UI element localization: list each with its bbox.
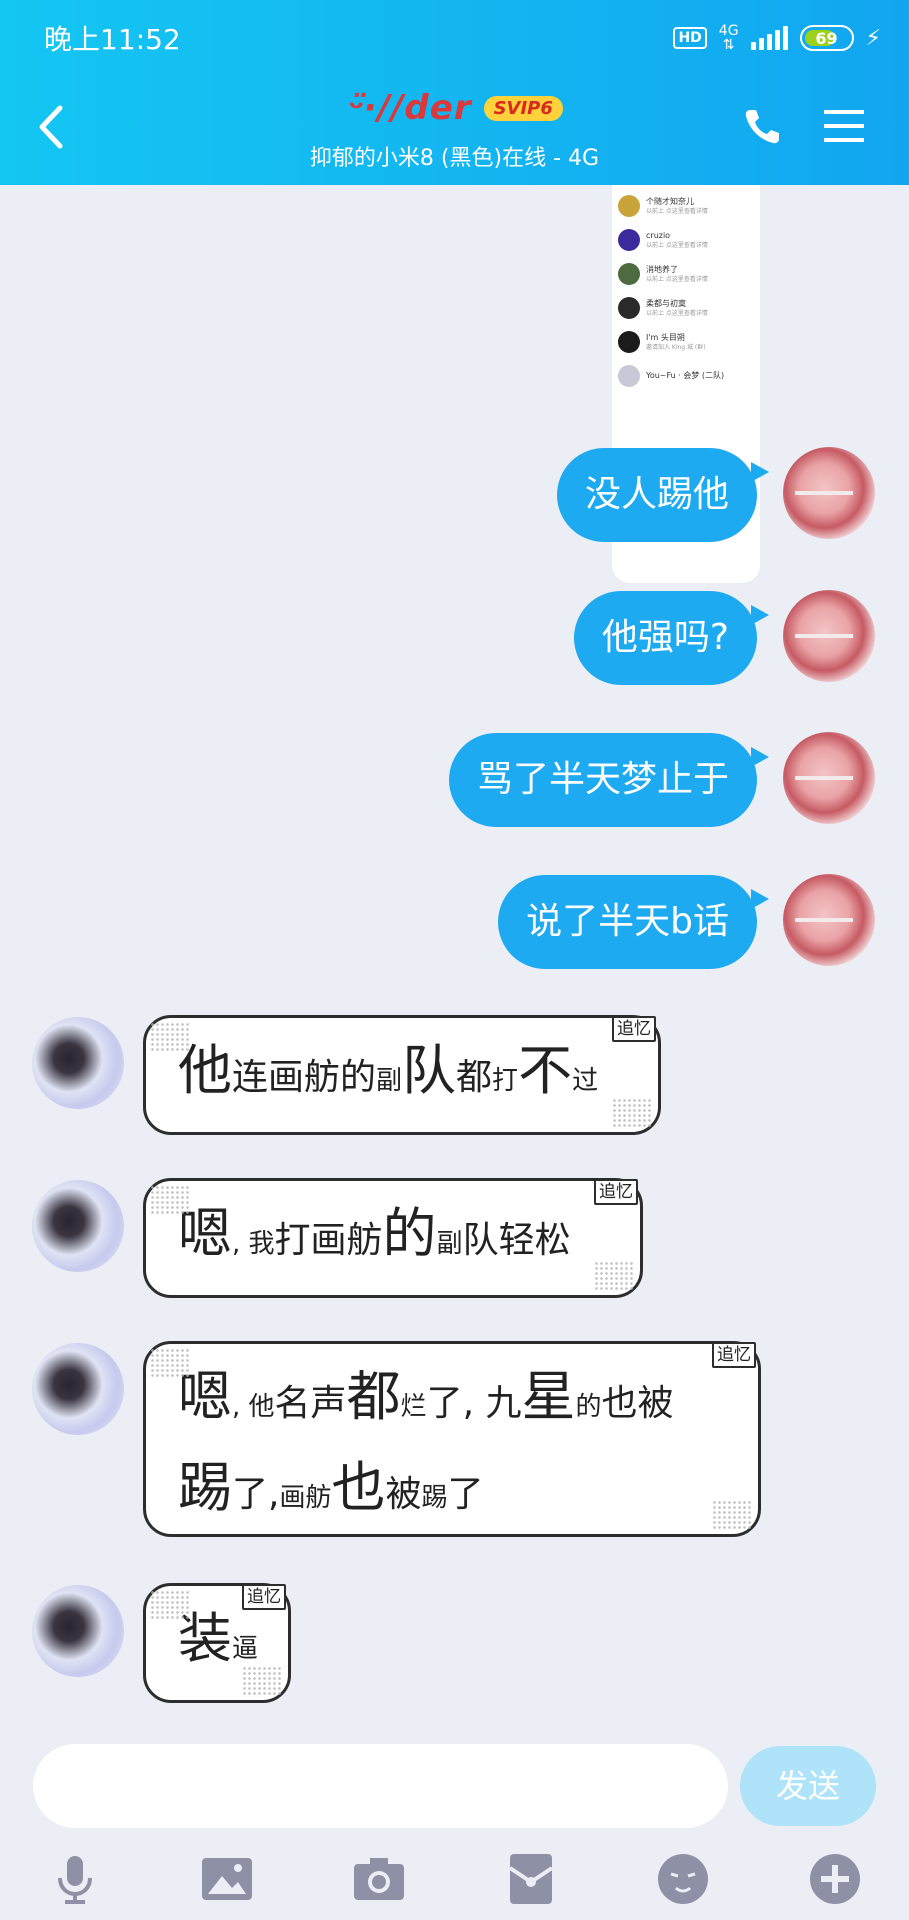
screenshot-contact-row: 柔都与初寞 以前上 点这里查看详情 <box>612 291 760 325</box>
message-line: 踢了,画舫也被踢了 <box>178 1449 726 1540</box>
screenshot-avatar <box>618 263 640 285</box>
screenshot-contact-name: You~Fu · 会梦 (二队) <box>646 371 725 380</box>
sent-message[interactable]: 他强吗? <box>573 591 770 685</box>
screenshot-avatar <box>618 365 640 387</box>
contact-avatar[interactable] <box>32 1343 124 1435</box>
message-text-segment: 连画舫的 <box>232 1057 377 1098</box>
screenshot-avatar <box>618 331 640 353</box>
camera-icon[interactable] <box>352 1852 406 1906</box>
my-avatar[interactable] <box>783 590 875 682</box>
received-message[interactable]: 追忆 嗯, 他名声都烂了, 九星的也被 踢了,画舫也被踢了 <box>143 1341 761 1537</box>
plus-icon[interactable] <box>808 1852 862 1906</box>
screenshot-contact-name: cruzio <box>646 230 671 240</box>
message-text-segment: 了, <box>232 1474 280 1515</box>
message-text-segment: 的 <box>575 1392 602 1422</box>
microphone-icon[interactable] <box>48 1852 102 1906</box>
message-text-segment: 星 <box>521 1365 576 1428</box>
message-list[interactable]: 一·以前上 点这里查看详情个随才知奈儿以前上 点这里查看详情cruzio以前上 … <box>0 185 909 1740</box>
message-input[interactable] <box>33 1744 728 1828</box>
message-text-segment: 画舫 <box>279 1483 332 1513</box>
screenshot-avatar <box>618 229 640 251</box>
message-text-segment: 都 <box>456 1057 493 1098</box>
message-text-segment: 了, 九 <box>426 1383 522 1424</box>
message-text-segment: , 我 <box>232 1229 275 1259</box>
message-text-segment: 队轻松 <box>462 1220 571 1261</box>
screenshot-contact-message: 以前上 点这里查看详情 <box>646 275 708 283</box>
network-icon: 4G ⇅ <box>718 23 739 53</box>
message-text-segment: 打 <box>492 1066 519 1096</box>
received-message[interactable]: 追忆 他连画舫的副队都打不过 <box>143 1015 661 1135</box>
bubble-tag: 追忆 <box>712 1342 756 1368</box>
status-icons: HD 4G ⇅ 69 ⚡ <box>673 18 881 58</box>
bubble-tag: 追忆 <box>612 1016 656 1042</box>
screenshot-contact-message: 以前上 点这里查看详情 <box>646 241 708 249</box>
emoji-icon[interactable] <box>656 1852 710 1906</box>
contact-avatar[interactable] <box>32 1585 124 1677</box>
svip-badge: SVIP6 <box>483 95 563 121</box>
received-message[interactable]: 追忆 装逼 <box>143 1583 291 1703</box>
message-text-segment: 都 <box>346 1365 401 1428</box>
sent-message[interactable]: 说了半天b话 <box>498 875 769 969</box>
message-text-segment: 也 <box>331 1456 386 1519</box>
send-button[interactable]: 发送 <box>740 1746 876 1826</box>
screenshot-avatar <box>618 195 640 217</box>
status-bar: 晚上11:52 HD 4G ⇅ 69 ⚡ <box>0 0 909 76</box>
screenshot-contact-name: 柔都与初寞 <box>646 298 686 308</box>
contact-avatar[interactable] <box>32 1017 124 1109</box>
message-text-segment: 名声 <box>274 1383 347 1424</box>
screenshot-contact-name: 消地养了 <box>646 264 678 274</box>
message-text-segment: 了 <box>447 1474 484 1515</box>
message-line: 嗯, 我打画舫的副队轻松 <box>178 1195 608 1286</box>
signal-icon <box>750 26 788 50</box>
message-text-segment: 打画舫 <box>274 1220 383 1261</box>
message-text-segment: 副 <box>376 1066 403 1096</box>
message-text-segment: 逼 <box>232 1634 259 1664</box>
red-packet-icon[interactable] <box>504 1852 558 1906</box>
contact-avatar[interactable] <box>32 1180 124 1272</box>
phone-icon[interactable] <box>740 104 784 148</box>
screenshot-contact-message: 邀请加入 King 城 (群) <box>646 343 706 351</box>
contact-nickname: ᵕ̈·//der <box>346 88 472 128</box>
screenshot-contact-row: I'm 头目朔 邀请加入 King 城 (群) <box>612 325 760 359</box>
image-icon[interactable] <box>200 1852 254 1906</box>
bubble-tag: 追忆 <box>242 1584 286 1610</box>
sent-message[interactable]: 骂了半天梦止于 <box>448 733 770 827</box>
message-text-segment: 队 <box>402 1039 457 1102</box>
message-text-segment: , 他 <box>232 1392 275 1422</box>
message-text-segment: 过 <box>572 1066 599 1096</box>
chat-header: 晚上11:52 HD 4G ⇅ 69 ⚡ ᵕ̈·//der SVIP6 抑郁的小米… <box>0 0 909 185</box>
charging-icon: ⚡ <box>865 25 881 51</box>
my-avatar[interactable] <box>783 874 875 966</box>
screenshot-contact-row: cruzio 以前上 点这里查看详情 <box>612 223 760 257</box>
screenshot-contact-row: 消地养了 以前上 点这里查看详情 <box>612 257 760 291</box>
message-text-segment: 的 <box>382 1202 437 1265</box>
message-text-segment: 被 <box>385 1474 422 1515</box>
screenshot-contact-message: 以前上 点这里查看详情 <box>646 207 708 215</box>
hd-icon: HD <box>673 27 707 49</box>
message-text-segment: 副 <box>436 1229 463 1259</box>
message-text-segment: 踢 <box>421 1483 448 1513</box>
input-bar: 发送 <box>0 1740 909 1840</box>
screenshot-contact-message: 以前上 点这里查看详情 <box>646 309 708 317</box>
message-line: 嗯, 他名声都烂了, 九星的也被 <box>178 1358 726 1449</box>
menu-icon[interactable] <box>822 104 866 148</box>
my-avatar[interactable] <box>783 732 875 824</box>
screenshot-contact-row: 个随才知奈儿 以前上 点这里查看详情 <box>612 189 760 223</box>
screenshot-contact-name: I'm 头目朔 <box>646 332 685 342</box>
bubble-tag: 追忆 <box>594 1179 638 1205</box>
screenshot-contact-row: You~Fu · 会梦 (二队) <box>612 359 760 393</box>
status-time: 晚上11:52 <box>44 23 181 56</box>
message-line: 他连画舫的副队都打不过 <box>178 1032 626 1123</box>
message-text-segment: 烂 <box>400 1392 427 1422</box>
sent-message[interactable]: 没人踢他 <box>556 448 770 542</box>
message-text-segment: 也被 <box>601 1383 674 1424</box>
chat-toolbar <box>0 1840 909 1920</box>
screenshot-contact-name: 个随才知奈儿 <box>646 196 694 206</box>
received-message[interactable]: 追忆 嗯, 我打画舫的副队轻松 <box>143 1178 643 1298</box>
screenshot-avatar <box>618 297 640 319</box>
my-avatar[interactable] <box>783 447 875 539</box>
message-text-segment: 踢 <box>178 1456 232 1519</box>
battery-icon: 69 <box>799 25 854 51</box>
message-text-segment: 不 <box>518 1039 573 1102</box>
